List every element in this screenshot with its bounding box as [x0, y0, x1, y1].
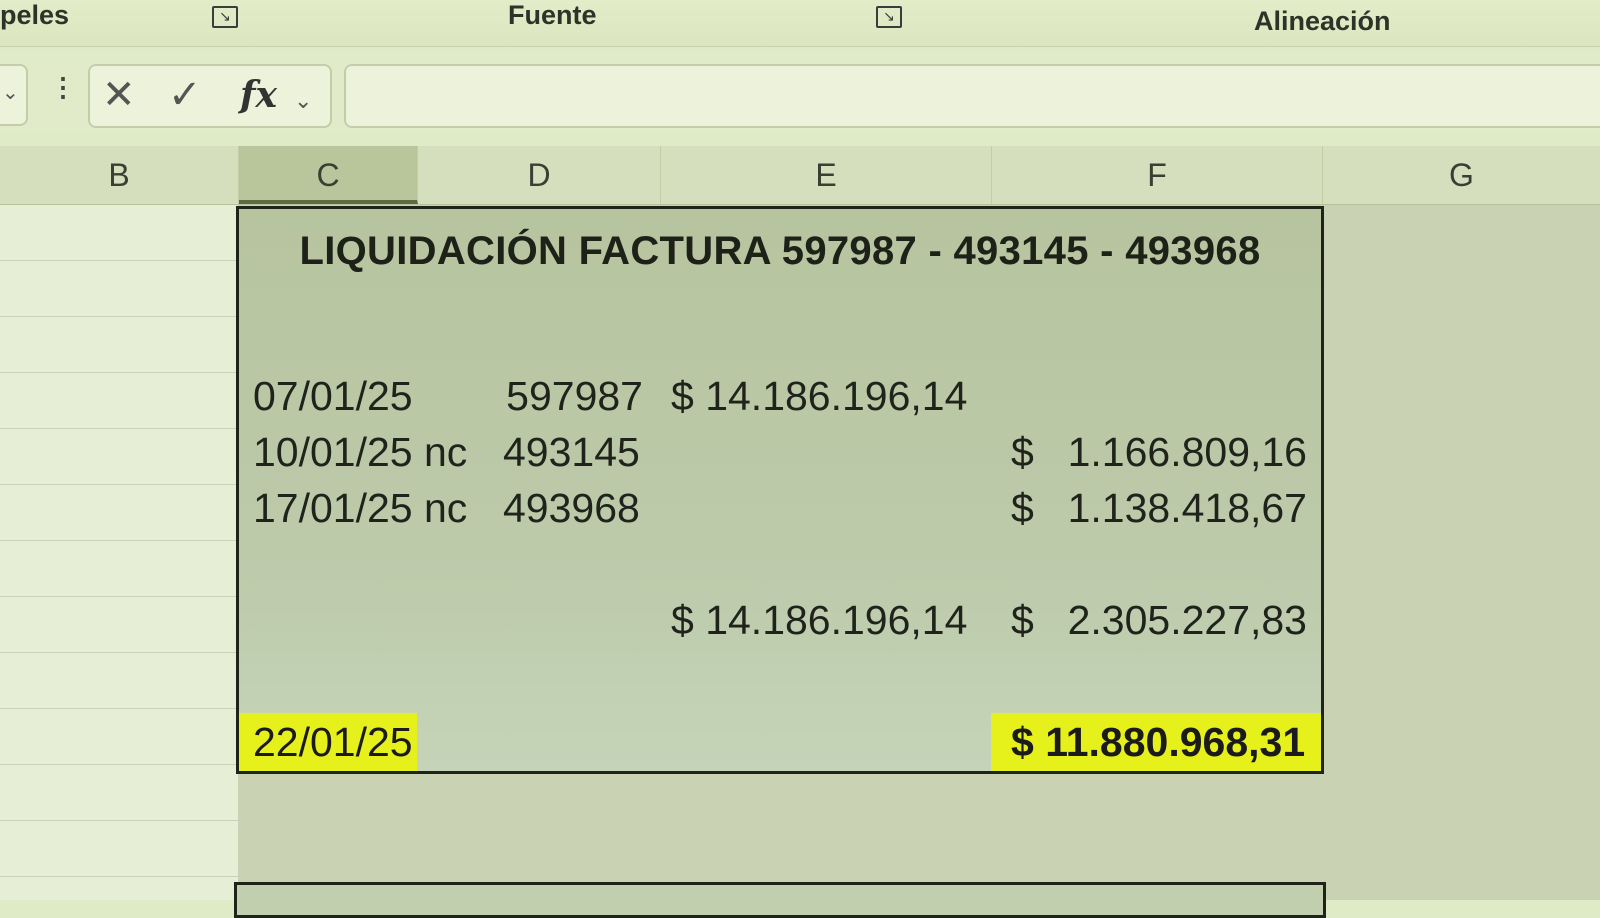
row-credit-sign: $	[1011, 485, 1034, 531]
ribbon-group-alignment[interactable]: Alineación	[1254, 6, 1391, 37]
column-header-g[interactable]: G	[1323, 146, 1600, 204]
insert-function-icon[interactable]: fx	[240, 74, 277, 116]
row-credit[interactable]: 1.166.809,16	[1039, 429, 1307, 476]
final-total-cell[interactable]: $ 11.880.968,31	[991, 713, 1321, 771]
ribbon: peles ↘ Fuente ↘ Alineación	[0, 0, 1600, 47]
subtotal-debit[interactable]: $ 14.186.196,14	[671, 597, 967, 644]
formula-bar: ⌄ ⋮ ✕ ✓ fx ⌄	[0, 52, 1600, 132]
chevron-down-icon[interactable]: ⌄	[2, 80, 19, 105]
row-date[interactable]: 07/01/25	[253, 373, 413, 420]
formula-input[interactable]	[344, 64, 1600, 128]
column-header-c[interactable]: C	[239, 146, 418, 204]
formula-buttons: ✕ ✓ fx ⌄	[88, 64, 332, 128]
subtotal-credit-sign: $	[1011, 597, 1034, 643]
row-credit-sign: $	[1011, 429, 1034, 475]
ribbon-group-font[interactable]: Fuente	[508, 0, 597, 31]
row-credit[interactable]: 1.138.418,67	[1039, 485, 1307, 532]
row-date[interactable]: 10/01/25 nc	[253, 429, 467, 476]
final-date-cell[interactable]: 22/01/25	[239, 713, 417, 771]
row-number[interactable]: 493968	[503, 485, 640, 532]
subtotal-credit[interactable]: 2.305.227,83	[1039, 597, 1307, 644]
cancel-icon[interactable]: ✕	[102, 72, 136, 118]
column-headers: B C D E F G	[0, 146, 1600, 205]
dialog-launcher-icon[interactable]: ↘	[212, 6, 238, 28]
column-header-f[interactable]: F	[992, 146, 1323, 204]
final-total-value: $ 11.880.968,31	[1011, 719, 1306, 765]
table-title: LIQUIDACIÓN FACTURA 597987 - 493145 - 49…	[299, 229, 1261, 273]
row-date[interactable]: 17/01/25 nc	[253, 485, 467, 532]
liquidation-table: LIQUIDACIÓN FACTURA 597987 - 493145 - 49…	[236, 206, 1324, 774]
column-header-d[interactable]: D	[418, 146, 661, 204]
ribbon-group-clipboard[interactable]: peles	[0, 0, 69, 31]
check-icon[interactable]: ✓	[168, 72, 202, 118]
next-table-edge	[234, 882, 1326, 918]
row-number[interactable]: 493145	[503, 429, 640, 476]
row-number[interactable]: 597987	[439, 373, 643, 420]
more-options-icon[interactable]: ⋮	[50, 72, 76, 103]
name-box[interactable]: ⌄	[0, 64, 28, 126]
font-dialog-launcher-icon[interactable]: ↘	[876, 6, 902, 28]
column-header-e[interactable]: E	[661, 146, 992, 204]
row-debit[interactable]: $ 14.186.196,14	[671, 373, 967, 420]
column-header-b[interactable]: B	[0, 146, 239, 204]
chevron-down-icon[interactable]: ⌄	[294, 88, 312, 114]
